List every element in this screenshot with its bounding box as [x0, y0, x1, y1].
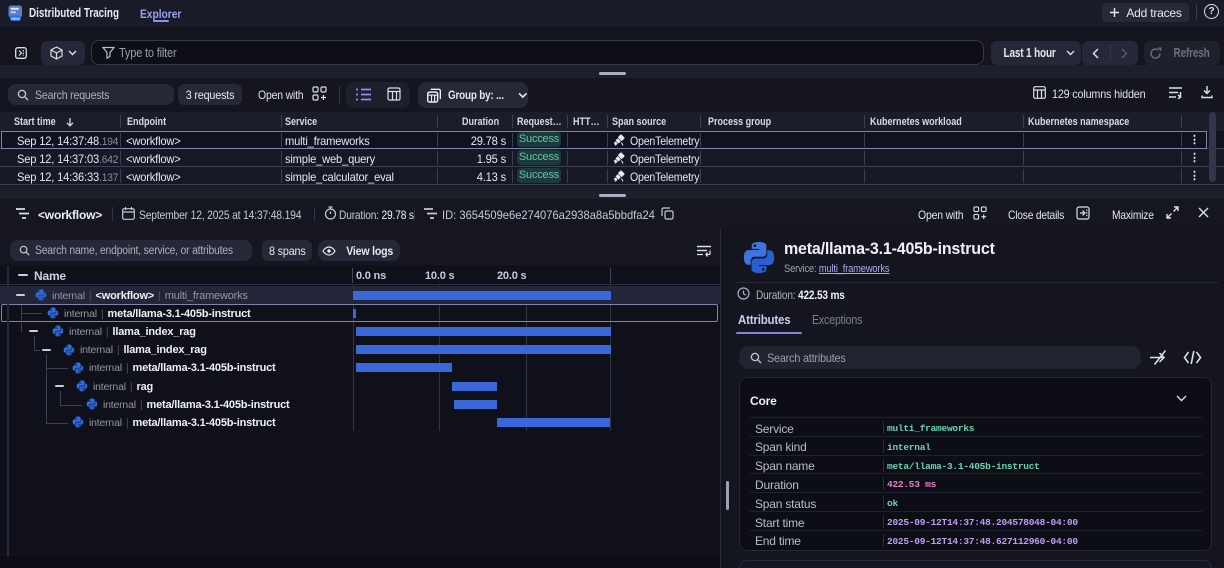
svg-text:NEW: NEW [11, 17, 20, 21]
